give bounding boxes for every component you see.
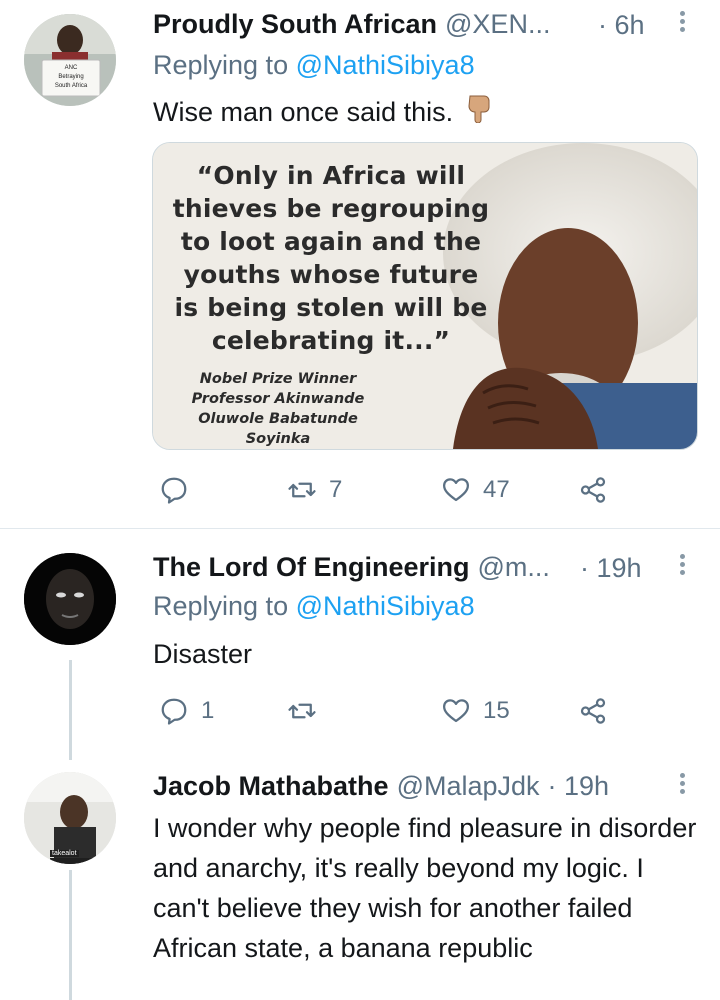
tweet-text-content: I wonder why people find pleasure in dis… <box>153 813 697 963</box>
more-icon[interactable] <box>676 8 688 38</box>
user-handle[interactable]: @m... <box>478 552 550 583</box>
like-count: 47 <box>483 476 510 503</box>
more-icon[interactable] <box>676 770 688 800</box>
retweet-icon <box>288 482 316 498</box>
avatar-sign-line: ANC <box>64 65 78 71</box>
tweet-header: Jacob Mathabathe @MalapJdk · 19h <box>153 766 720 806</box>
tweet-text: Disaster <box>153 634 698 674</box>
mention-link[interactable]: @NathiSibiya8 <box>296 591 475 621</box>
avatar-sign-line: Betraying <box>58 74 84 80</box>
display-name[interactable]: Proudly South African <box>153 9 437 40</box>
avatar-brand-tag: takealot <box>50 850 79 857</box>
retweet-icon <box>288 703 316 719</box>
reply-button[interactable] <box>159 470 201 510</box>
replying-to-label: Replying to <box>153 591 296 621</box>
share-button[interactable] <box>578 470 608 510</box>
avatar[interactable] <box>24 553 116 645</box>
user-handle[interactable]: @XEN... <box>445 9 550 40</box>
avatar[interactable]: ANC Betraying South Africa <box>24 14 116 106</box>
reply-button[interactable]: 1 <box>159 691 214 731</box>
share-button[interactable] <box>578 691 608 731</box>
tweet-text-content: Wise man once said this. <box>153 97 454 127</box>
tweet-3[interactable]: takealot Jacob Mathabathe @MalapJdk · 19… <box>0 760 720 1000</box>
tweet-actions: 1 15 <box>153 691 623 731</box>
timestamp[interactable]: · 19h <box>580 553 642 584</box>
timestamp[interactable]: · 6h <box>598 10 645 41</box>
share-icon <box>580 698 606 724</box>
mention-link[interactable]: @NathiSibiya8 <box>296 50 475 80</box>
avatar[interactable]: takealot <box>24 772 116 864</box>
reply-count: 1 <box>201 697 215 724</box>
like-icon <box>443 699 469 723</box>
avatar-sign-line: South Africa <box>54 83 88 89</box>
pointing-down-emoji <box>467 93 493 134</box>
tweet-text: I wonder why people find pleasure in dis… <box>153 808 698 968</box>
tweet-media-image[interactable]: “Only in Africa will thieves be regroupi… <box>152 142 698 450</box>
tweet-actions: 7 47 <box>153 470 623 510</box>
tweet-text-content: Disaster <box>153 639 253 669</box>
retweet-count: 7 <box>329 476 343 503</box>
avatar-photo <box>24 553 116 645</box>
more-icon[interactable] <box>676 551 688 581</box>
display-name[interactable]: Jacob Mathabathe <box>153 771 389 802</box>
avatar-photo <box>24 14 116 106</box>
like-count: 15 <box>483 697 510 724</box>
tweet-1[interactable]: ANC Betraying South Africa Proudly South… <box>0 0 720 528</box>
display-name[interactable]: The Lord Of Engineering <box>153 552 470 583</box>
like-button[interactable]: 47 <box>441 470 510 510</box>
attribution-line: Nobel Prize Winner <box>199 371 357 387</box>
attribution-line: Professor Akinwande <box>191 391 365 407</box>
image-quote-text: “Only in Africa will thieves be regroupi… <box>172 161 490 355</box>
image-attribution: Nobel Prize Winner Professor Akinwande O… <box>173 369 383 449</box>
like-icon <box>443 478 469 502</box>
timestamp[interactable]: · 19h <box>548 771 610 802</box>
attribution-line: Oluwole Babatunde Soyinka <box>198 411 358 447</box>
like-button[interactable]: 15 <box>441 691 510 731</box>
user-handle[interactable]: @MalapJdk <box>397 771 540 802</box>
thread-connector <box>69 660 72 760</box>
share-icon <box>580 477 606 503</box>
thread-connector <box>69 870 72 1000</box>
retweet-button[interactable]: 7 <box>287 470 342 510</box>
reply-icon <box>161 698 187 725</box>
replying-to-label: Replying to <box>153 50 296 80</box>
tweet-2[interactable]: The Lord Of Engineering @m... · 19h Repl… <box>0 529 720 749</box>
tweet-text: Wise man once said this. <box>153 92 698 134</box>
replying-to: Replying to @NathiSibiya8 <box>153 591 475 622</box>
retweet-button[interactable] <box>287 691 329 731</box>
replying-to: Replying to @NathiSibiya8 <box>153 50 475 81</box>
reply-icon <box>161 477 187 504</box>
